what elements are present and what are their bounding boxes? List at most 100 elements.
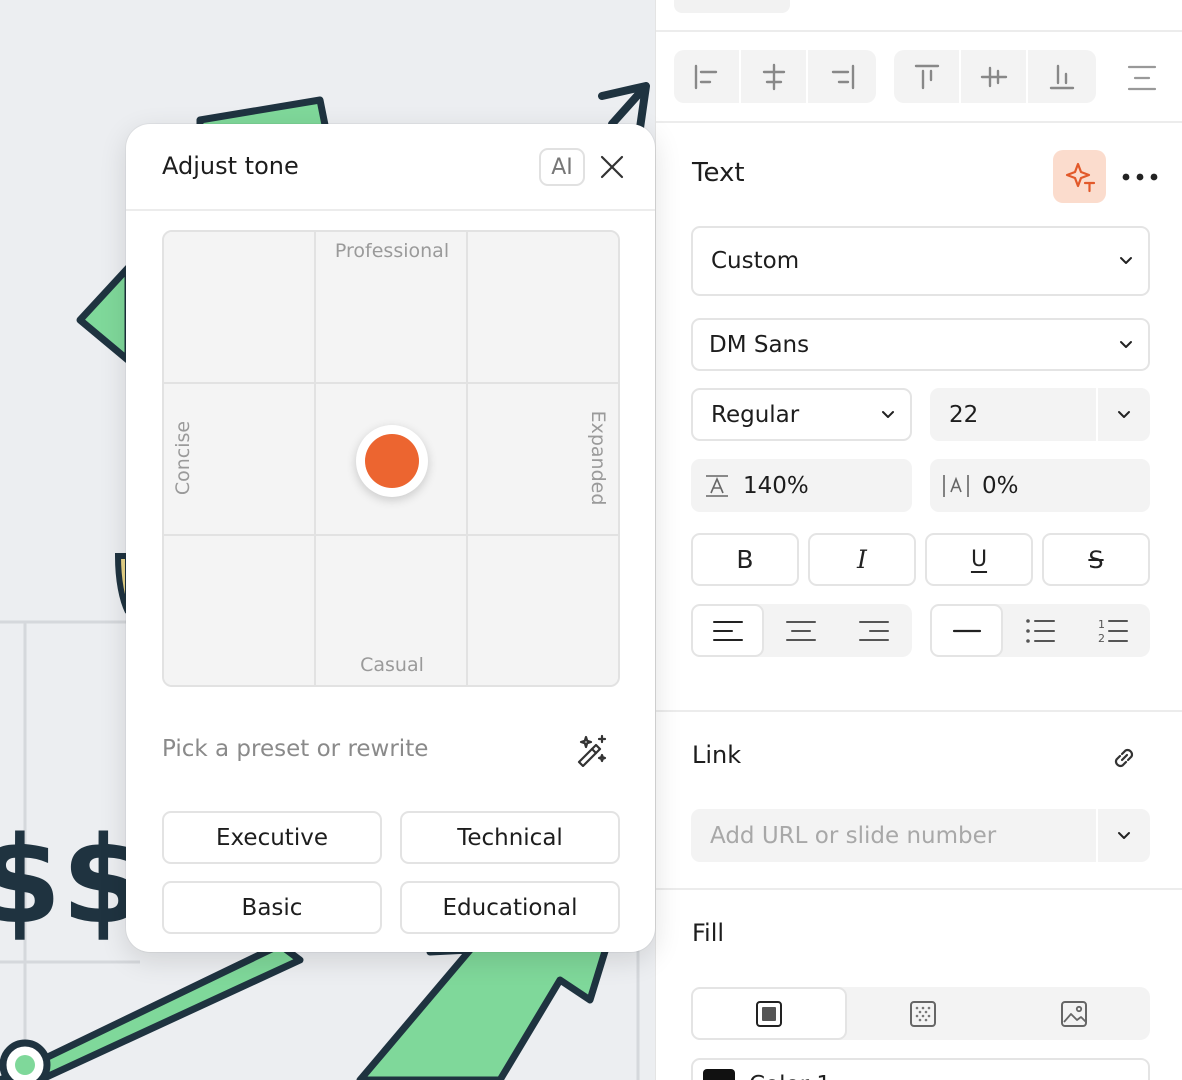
chevron-down-icon bbox=[1118, 831, 1130, 839]
text-align-right-icon bbox=[858, 620, 889, 641]
tone-cell[interactable] bbox=[468, 536, 618, 685]
bullet-list-icon bbox=[1025, 618, 1055, 643]
bold-button[interactable]: B bbox=[691, 533, 799, 586]
preset-basic-button[interactable]: Basic bbox=[162, 881, 382, 934]
align-left-button[interactable] bbox=[674, 50, 741, 103]
italic-icon: I bbox=[857, 545, 867, 574]
chevron-down-icon bbox=[1104, 340, 1148, 350]
link-button[interactable] bbox=[1104, 738, 1144, 778]
sparkle-text-icon bbox=[1065, 162, 1095, 192]
align-left-icon bbox=[694, 64, 717, 89]
align-center-icon bbox=[762, 63, 785, 90]
numbered-list-button[interactable]: 12 bbox=[1076, 604, 1149, 657]
text-align-center-icon bbox=[785, 620, 816, 641]
letter-spacing-field[interactable]: 0% bbox=[930, 459, 1150, 512]
font-size-value: 22 bbox=[949, 401, 979, 428]
vertical-align-group bbox=[894, 50, 1096, 103]
tone-cell[interactable] bbox=[468, 232, 618, 384]
top-control-stub[interactable] bbox=[674, 0, 790, 13]
align-bottom-icon bbox=[1049, 64, 1074, 89]
divider bbox=[656, 30, 1182, 32]
close-button[interactable] bbox=[596, 149, 628, 185]
solid-fill-icon bbox=[755, 1000, 782, 1027]
tone-cell[interactable] bbox=[164, 232, 316, 384]
svg-text:2: 2 bbox=[1098, 632, 1105, 645]
fill-type-segment bbox=[691, 987, 1150, 1040]
letter-spacing-value: 0% bbox=[982, 472, 1019, 499]
link-icon bbox=[1114, 748, 1134, 768]
text-align-segment bbox=[691, 604, 912, 657]
link-url-placeholder: Add URL or slide number bbox=[710, 822, 997, 849]
font-size-dropdown-button[interactable] bbox=[1096, 388, 1150, 441]
align-bottom-button[interactable] bbox=[1028, 50, 1095, 103]
more-options-button[interactable] bbox=[1118, 160, 1162, 194]
tone-selector-dot bbox=[365, 434, 419, 488]
popover-title: Adjust tone bbox=[162, 152, 299, 180]
strikethrough-icon: S bbox=[1088, 545, 1104, 574]
chevron-down-icon bbox=[1104, 256, 1148, 266]
chevron-down-icon bbox=[1118, 410, 1130, 418]
image-fill-button[interactable] bbox=[998, 987, 1150, 1040]
link-section-title: Link bbox=[692, 741, 742, 769]
align-right-icon bbox=[831, 64, 854, 89]
fill-color-label: Color 1 bbox=[749, 1072, 831, 1080]
strikethrough-button[interactable]: S bbox=[1042, 533, 1150, 586]
color-swatch[interactable] bbox=[703, 1068, 735, 1080]
rewrite-button[interactable] bbox=[572, 730, 612, 770]
align-center-button[interactable] bbox=[741, 50, 808, 103]
text-align-right-button[interactable] bbox=[837, 604, 910, 657]
align-right-button[interactable] bbox=[808, 50, 875, 103]
text-align-center-button[interactable] bbox=[764, 604, 837, 657]
text-align-left-icon bbox=[712, 620, 743, 641]
ai-text-button[interactable] bbox=[1053, 150, 1106, 203]
axis-label-professional: Professional bbox=[334, 240, 450, 262]
italic-button[interactable]: I bbox=[808, 533, 916, 586]
distribute-icon bbox=[1127, 65, 1157, 91]
preset-educational-button[interactable]: Educational bbox=[400, 881, 620, 934]
noise-fill-button[interactable] bbox=[847, 987, 999, 1040]
fill-color-row[interactable]: Color 1 bbox=[691, 1058, 1150, 1080]
text-align-left-button[interactable] bbox=[691, 604, 764, 657]
ai-badge: AI bbox=[539, 148, 585, 186]
text-style-preset-value: Custom bbox=[711, 248, 800, 274]
distribute-button[interactable] bbox=[1122, 58, 1162, 98]
axis-label-expanded: Expanded bbox=[587, 410, 609, 506]
underline-icon: U bbox=[970, 547, 988, 572]
line-height-field[interactable]: 140% bbox=[691, 459, 912, 512]
text-style-preset-select[interactable]: Custom bbox=[691, 226, 1150, 296]
line-height-icon bbox=[691, 473, 743, 499]
align-top-button[interactable] bbox=[894, 50, 961, 103]
align-middle-icon bbox=[980, 66, 1007, 87]
bold-icon: B bbox=[736, 545, 754, 574]
preset-executive-button[interactable]: Executive bbox=[162, 811, 382, 864]
letter-spacing-icon bbox=[930, 473, 982, 499]
tone-cell[interactable] bbox=[164, 536, 316, 685]
close-icon bbox=[600, 155, 624, 179]
numbered-list-icon: 12 bbox=[1098, 618, 1128, 645]
axis-label-casual: Casual bbox=[360, 654, 424, 676]
preset-technical-button[interactable]: Technical bbox=[400, 811, 620, 864]
font-size-field[interactable]: 22 bbox=[930, 388, 1150, 441]
axis-label-concise: Concise bbox=[172, 420, 194, 496]
font-family-select[interactable]: DM Sans bbox=[691, 318, 1150, 371]
list-style-segment: 12 bbox=[930, 604, 1150, 657]
tone-selector-handle[interactable] bbox=[356, 425, 428, 497]
tone-grid[interactable]: Professional Casual Concise Expanded bbox=[162, 230, 620, 687]
divider bbox=[656, 888, 1182, 890]
solid-fill-button[interactable] bbox=[691, 987, 847, 1040]
font-family-value: DM Sans bbox=[709, 331, 810, 358]
popover-divider bbox=[126, 209, 655, 211]
magic-wand-icon bbox=[577, 734, 607, 767]
more-icon bbox=[1122, 173, 1158, 181]
divider bbox=[656, 121, 1182, 123]
font-weight-select[interactable]: Regular bbox=[691, 388, 912, 441]
link-dropdown-button[interactable] bbox=[1096, 809, 1150, 862]
bullet-list-button[interactable] bbox=[1003, 604, 1076, 657]
horizontal-align-group bbox=[674, 50, 876, 103]
underline-button[interactable]: U bbox=[925, 533, 1033, 586]
link-url-field[interactable]: Add URL or slide number bbox=[691, 809, 1150, 862]
no-list-button[interactable] bbox=[930, 604, 1003, 657]
divider bbox=[656, 710, 1182, 712]
align-middle-button[interactable] bbox=[961, 50, 1028, 103]
rewrite-prompt-text[interactable]: Pick a preset or rewrite bbox=[162, 736, 428, 762]
